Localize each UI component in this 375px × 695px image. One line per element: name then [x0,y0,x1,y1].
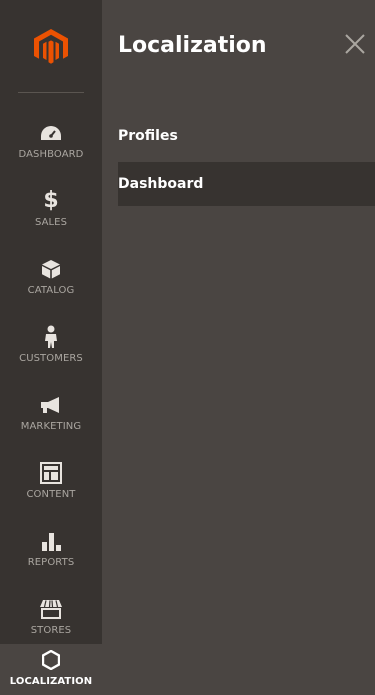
submenu-link-dashboard[interactable]: Dashboard [118,162,375,206]
close-icon[interactable] [344,33,366,55]
sidebar-item-label: LOCALIZATION [9,676,93,687]
layout-icon [39,461,63,485]
sidebar-item-label: CATALOG [27,285,75,296]
sidebar-item-label: REPORTS [27,557,75,568]
admin-app: DASHBOARD $ SALES CATALOG CUSTOMERS MARK… [0,0,375,695]
sidebar-item-stores[interactable]: STORES [0,576,102,644]
magento-logo-icon[interactable] [34,29,68,65]
sidebar-item-label: MARKETING [20,421,82,432]
sidebar-item-localization[interactable]: LOCALIZATION [0,644,102,695]
sidebar-item-label: SALES [34,217,68,228]
logo-area[interactable] [0,0,102,97]
megaphone-icon [39,393,63,417]
box-icon [39,257,63,281]
sidebar-item-dashboard[interactable]: DASHBOARD [0,100,102,168]
sidebar-item-label: DASHBOARD [18,149,84,160]
sidebar-item-label: CONTENT [26,489,76,500]
sidebar-item-marketing[interactable]: MARKETING [0,372,102,440]
dollar-icon: $ [43,188,59,213]
sidebar-item-catalog[interactable]: CATALOG [0,236,102,304]
submenu-panel: Localization Profiles Dashboard [102,0,375,695]
logo-divider [18,92,84,93]
submenu-link-profiles[interactable]: Profiles [118,114,375,158]
sidebar-item-content[interactable]: CONTENT [0,440,102,508]
person-icon [39,325,63,349]
sidebar-item-label: STORES [30,625,72,636]
bar-chart-icon [39,529,63,553]
sidebar-item-reports[interactable]: REPORTS [0,508,102,576]
storefront-icon [39,597,63,621]
admin-sidebar: DASHBOARD $ SALES CATALOG CUSTOMERS MARK… [0,0,102,695]
submenu-link-label: Dashboard [118,176,204,192]
sidebar-item-sales[interactable]: $ SALES [0,168,102,236]
hexagon-icon [39,648,63,672]
panel-title: Localization [118,33,267,58]
dashboard-icon [39,121,63,145]
sidebar-item-customers[interactable]: CUSTOMERS [0,304,102,372]
sidebar-item-label: CUSTOMERS [19,353,83,364]
submenu-link-label: Profiles [118,128,178,144]
